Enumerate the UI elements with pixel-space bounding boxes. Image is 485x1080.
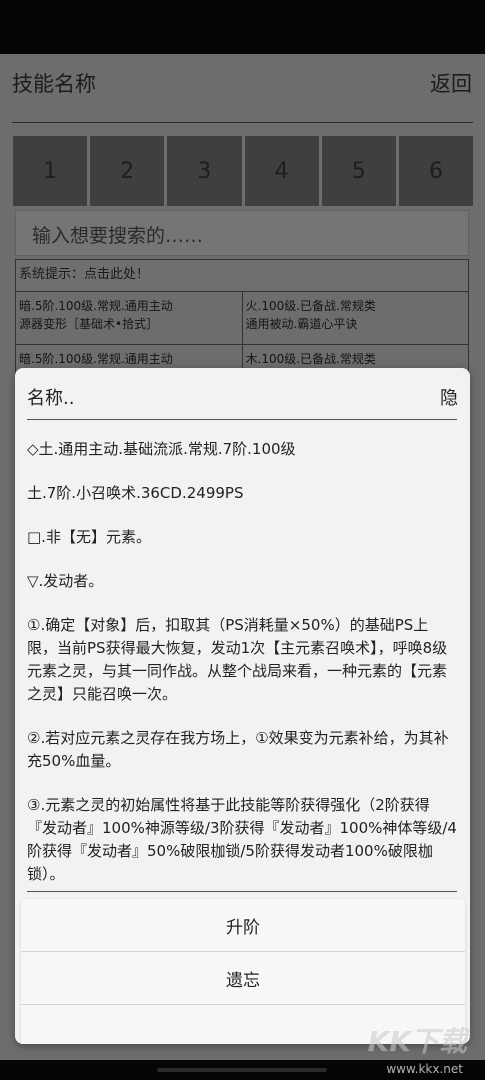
header-divider bbox=[12, 122, 473, 123]
tab-1[interactable]: 1 bbox=[13, 136, 88, 206]
element-line: □.非【无】元素。 bbox=[27, 528, 151, 546]
skill-description: ◇土.通用主动.基础流派.常规.7阶.100级 土.7阶.小召唤术.36CD.2… bbox=[27, 438, 457, 907]
status-bar bbox=[0, 0, 485, 54]
tab-6[interactable]: 6 bbox=[398, 136, 474, 206]
skill-row: 暗.5阶.100级.常规.通用主动 源器变形［基础术•拾式］ 火.100级.已备… bbox=[15, 292, 469, 345]
page-title: 技能名称 bbox=[12, 72, 96, 96]
watermark-logo: KK下载 bbox=[367, 1025, 467, 1058]
tier-tabs: 1 2 3 4 5 6 bbox=[13, 136, 474, 206]
search-placeholder: 输入想要搜索的…… bbox=[32, 225, 204, 247]
search-input[interactable]: 输入想要搜索的…… bbox=[15, 210, 469, 256]
system-hint[interactable]: 系统提示：点击此处！ bbox=[15, 259, 469, 292]
app-header: 技能名称 返回 bbox=[0, 54, 485, 116]
skill-name-line: 土.7阶.小召唤术.36CD.2499PS bbox=[27, 484, 244, 502]
effect-1: ①.确定【对象】后，扣取其（PS消耗量×50%）的基础PS上限，当前PS获得最大… bbox=[27, 616, 448, 703]
dialog-divider-top bbox=[27, 419, 457, 420]
upgrade-button[interactable]: 升阶 bbox=[21, 899, 465, 952]
tab-5[interactable]: 5 bbox=[321, 136, 396, 206]
hide-button[interactable]: 隐 bbox=[440, 384, 458, 410]
skill-detail-dialog: 名称.. 隐 ◇土.通用主动.基础流派.常规.7阶.100级 土.7阶.小召唤术… bbox=[15, 368, 470, 1044]
tab-2[interactable]: 2 bbox=[90, 136, 165, 206]
skill-cell[interactable]: 暗.5阶.100级.常规.通用主动 源器变形［基础术•拾式］ bbox=[15, 292, 243, 344]
watermark-url: www.kkx.net bbox=[386, 1062, 463, 1076]
target-line: ▽.发动者。 bbox=[27, 572, 104, 590]
dialog-title: 名称.. bbox=[27, 388, 75, 409]
dialog-divider-bottom bbox=[27, 891, 457, 892]
effect-3: ③.元素之灵的初始属性将基于此技能等阶获得强化（2阶获得『发动者』100%神源等… bbox=[27, 796, 457, 883]
skill-type-line: ◇土.通用主动.基础流派.常规.7阶.100级 bbox=[27, 440, 296, 458]
effect-2: ②.若对应元素之灵存在我方场上，①效果变为元素补给，为其补充50%血量。 bbox=[27, 729, 449, 770]
back-button[interactable]: 返回 bbox=[430, 68, 472, 98]
forget-button[interactable]: 遗忘 bbox=[21, 952, 465, 1005]
skill-cell[interactable]: 火.100级.已备战.常规类 通用被动.霸道心平诀 bbox=[243, 292, 469, 344]
tab-4[interactable]: 4 bbox=[244, 136, 319, 206]
home-gesture-bar[interactable] bbox=[157, 1068, 327, 1072]
tab-3[interactable]: 3 bbox=[167, 136, 242, 206]
